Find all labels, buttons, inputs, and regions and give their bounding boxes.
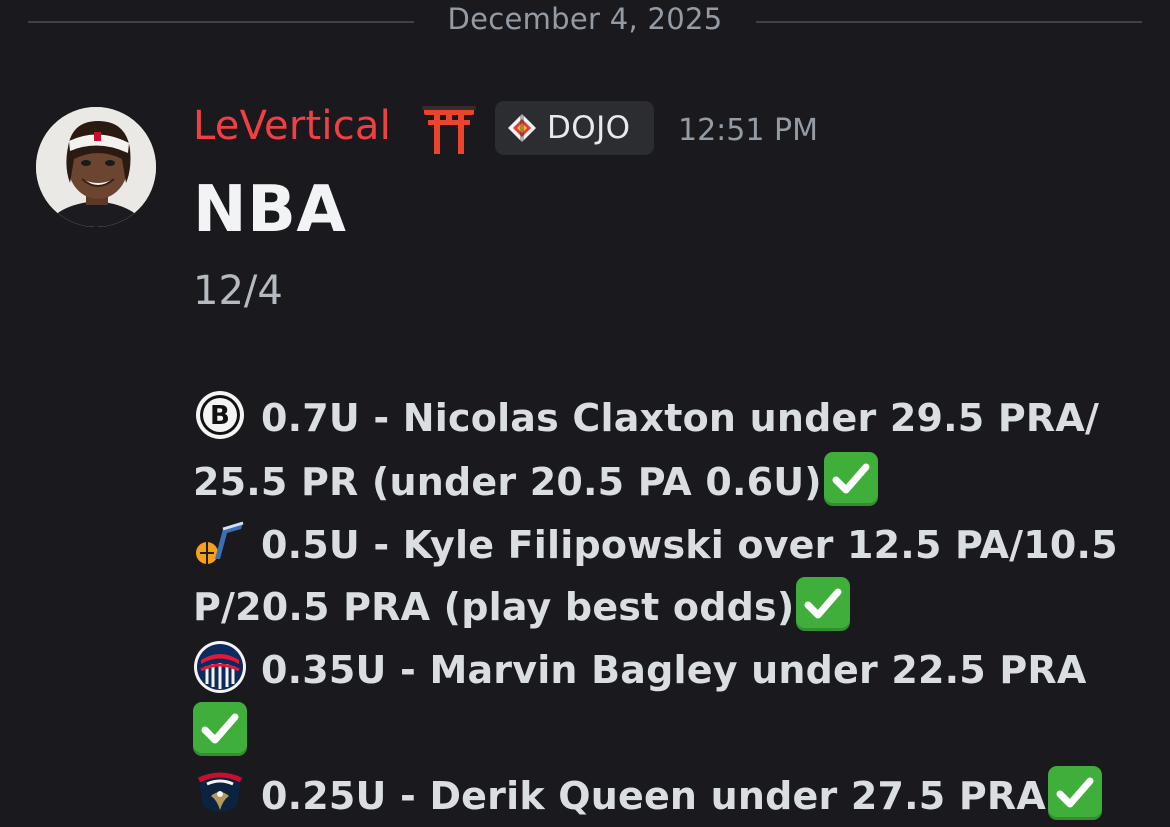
pick-2-line-1: 0.5U - Kyle Filipowski over 12.5 PA/10.5 — [193, 518, 1118, 572]
role-tag[interactable]: DOJO — [495, 101, 654, 155]
check-mark-icon — [1047, 766, 1102, 820]
pick-2-text-1: 0.5U - Kyle Filipowski over 12.5 PA/10.5 — [261, 523, 1118, 567]
new-orleans-pelicans-icon — [193, 766, 247, 820]
washington-wizards-icon — [193, 640, 247, 694]
message-timestamp[interactable]: 12:51 PM — [678, 113, 818, 148]
dojo-tag-icon — [508, 113, 536, 143]
torii-gate-icon — [422, 104, 476, 154]
avatar-photo — [36, 107, 156, 227]
pick-2-text-2: P/20.5 PRA (play best odds) — [193, 585, 795, 629]
author-name[interactable]: LeVertical — [193, 103, 391, 149]
message-title: NBA — [193, 173, 347, 247]
pick-1-text-2: 25.5 PR (under 20.5 PA 0.6U) — [193, 460, 822, 504]
date-divider: December 4, 2025 — [0, 0, 1170, 48]
avatar[interactable] — [36, 107, 156, 227]
pick-2-line-2: P/20.5 PRA (play best odds) — [193, 577, 851, 634]
pick-1-text-1: 0.7U - Nicolas Claxton under 29.5 PRA/ — [261, 396, 1100, 440]
divider-line-left — [28, 21, 414, 23]
pick-1-line-1: B 0.7U - Nicolas Claxton under 29.5 PRA/ — [193, 391, 1099, 445]
chat-message-view: December 4, 2025 LeVertical DOJO 12:51 P… — [0, 0, 1170, 827]
utah-jazz-icon — [193, 515, 247, 569]
pick-4-text-1: 0.25U - Derik Queen under 27.5 PRA — [261, 774, 1046, 818]
divider-date: December 4, 2025 — [447, 2, 723, 36]
svg-text:B: B — [210, 401, 230, 431]
pick-4-line-1: 0.25U - Derik Queen under 27.5 PRA — [193, 766, 1102, 823]
role-tag-label: DOJO — [547, 110, 631, 146]
pick-1-line-2: 25.5 PR (under 20.5 PA 0.6U) — [193, 452, 878, 509]
pick-3-line-2 — [193, 702, 247, 759]
message-date: 12/4 — [193, 268, 283, 314]
pick-3-text-1: 0.35U - Marvin Bagley under 22.5 PRA — [261, 648, 1087, 692]
brooklyn-nets-icon: B — [193, 388, 247, 442]
check-mark-icon — [823, 452, 878, 506]
check-mark-icon — [193, 702, 247, 756]
pick-3-line-1: 0.35U - Marvin Bagley under 22.5 PRA — [193, 640, 1087, 697]
check-mark-icon — [796, 577, 851, 631]
divider-line-right — [756, 21, 1142, 23]
